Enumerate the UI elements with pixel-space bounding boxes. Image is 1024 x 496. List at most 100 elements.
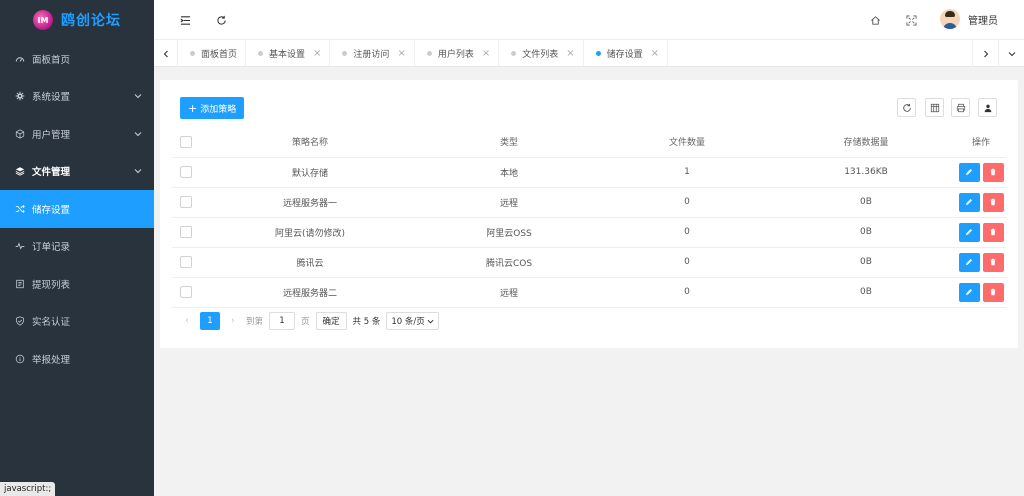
page-size-select[interactable]: 10 条/页 xyxy=(386,312,439,330)
export-button[interactable] xyxy=(978,98,997,117)
column-filter-button[interactable] xyxy=(925,98,944,117)
brand-logo[interactable]: IM 鸥创论坛 xyxy=(0,0,154,40)
fullscreen-icon[interactable] xyxy=(904,13,918,27)
print-button[interactable] xyxy=(951,98,970,117)
cell-type: 远程 xyxy=(420,277,598,308)
row-checkbox[interactable] xyxy=(180,196,192,208)
sidebar-item-label: 文件管理 xyxy=(32,167,71,179)
close-icon[interactable]: × xyxy=(313,48,321,59)
sidebar-item-8[interactable]: 实名认证 xyxy=(0,303,154,341)
goto-confirm-button[interactable]: 确定 xyxy=(315,312,347,330)
delete-button[interactable] xyxy=(982,222,1004,242)
pencil-icon xyxy=(966,169,972,175)
goto-page-input[interactable]: 1 xyxy=(269,312,296,330)
tab-scroll-right-button[interactable] xyxy=(972,40,998,67)
page-1-button[interactable]: 1 xyxy=(200,312,220,330)
col-header-count: 文件数量 xyxy=(598,127,776,158)
cell-count: 0 xyxy=(598,247,776,278)
user-menu[interactable]: 管理员 xyxy=(940,9,998,29)
close-icon[interactable]: × xyxy=(397,48,405,59)
print-icon xyxy=(956,103,965,112)
delete-button[interactable] xyxy=(982,252,1004,272)
sidebar-item-3[interactable]: 用户管理 xyxy=(0,115,154,153)
next-page-button[interactable]: › xyxy=(226,316,240,326)
cell-size: 0B xyxy=(776,187,956,218)
tab-6[interactable]: 储存设置 × xyxy=(584,40,669,66)
close-icon[interactable]: × xyxy=(566,48,574,59)
row-checkbox[interactable] xyxy=(180,256,192,268)
chevron-down-icon xyxy=(134,94,142,99)
collapse-menu-icon[interactable] xyxy=(178,13,192,27)
total-count: 共 5 条 xyxy=(352,317,381,327)
refresh-icon[interactable] xyxy=(214,13,228,27)
cell-size: 0B xyxy=(776,247,956,278)
delete-button[interactable] xyxy=(982,282,1004,302)
sidebar-item-7[interactable]: 提现列表 xyxy=(0,265,154,303)
trash-icon xyxy=(990,288,996,296)
browser-status-bar: javascript:; xyxy=(0,482,56,496)
select-all-checkbox[interactable] xyxy=(180,135,192,148)
sidebar-item-4[interactable]: 文件管理 xyxy=(0,153,154,191)
tab-bar: 面板首页 基本设置 × 注册访问 × 用户列表 × 文件列表 × 储存设置 × xyxy=(154,40,1024,67)
sidebar-item-6[interactable]: 订单记录 xyxy=(0,228,154,266)
edit-button[interactable] xyxy=(958,192,980,212)
cell-count: 0 xyxy=(598,187,776,218)
edit-button[interactable] xyxy=(958,162,980,182)
close-icon[interactable]: × xyxy=(651,48,659,59)
tab-dot xyxy=(426,51,432,56)
tab-5[interactable]: 文件列表 × xyxy=(499,40,584,66)
tab-label: 注册访问 xyxy=(353,50,390,60)
trash-icon xyxy=(990,168,996,176)
col-header-name: 策略名称 xyxy=(200,127,420,158)
row-select-cell xyxy=(172,157,200,188)
tab-2[interactable]: 基本设置 × xyxy=(246,40,331,66)
tab-3[interactable]: 注册访问 × xyxy=(330,40,415,66)
edit-button[interactable] xyxy=(958,252,980,272)
edit-button[interactable] xyxy=(958,282,980,302)
row-select-cell xyxy=(172,187,200,218)
col-header-size: 存储数据量 xyxy=(776,127,956,158)
table-row: 默认存储 本地 1 131.36KB xyxy=(172,157,1006,188)
cell-name: 远程服务器一 xyxy=(200,187,420,218)
export-icon xyxy=(984,104,991,112)
add-strategy-button[interactable]: + 添加策略 xyxy=(180,97,245,119)
row-checkbox[interactable] xyxy=(180,166,192,178)
delete-button[interactable] xyxy=(982,162,1004,182)
row-checkbox[interactable] xyxy=(180,286,192,298)
tab-1[interactable]: 面板首页 xyxy=(178,40,247,66)
prev-page-button[interactable]: ‹ xyxy=(180,316,194,326)
trash-icon xyxy=(990,198,996,206)
cell-size: 0B xyxy=(776,217,956,248)
row-checkbox[interactable] xyxy=(180,226,192,238)
tab-4[interactable]: 用户列表 × xyxy=(415,40,500,66)
home-icon[interactable] xyxy=(868,13,882,27)
pencil-icon xyxy=(966,229,972,235)
sidebar-item-2[interactable]: 系统设置 xyxy=(0,78,154,116)
tab-scroll-left-button[interactable] xyxy=(154,40,178,67)
edit-button[interactable] xyxy=(958,222,980,242)
cell-actions xyxy=(956,277,1006,308)
sidebar-item-label: 用户管理 xyxy=(32,129,71,141)
top-header: 管理员 xyxy=(154,0,1024,40)
sidebar-item-5[interactable]: 储存设置 xyxy=(0,190,154,228)
select-all-cell xyxy=(172,127,200,158)
col-header-actions: 操作 xyxy=(956,127,1006,158)
refresh-icon xyxy=(902,103,911,112)
table-refresh-button[interactable] xyxy=(897,98,916,117)
cell-name: 阿里云(请勿修改) xyxy=(200,217,420,248)
sidebar-item-9[interactable]: 举报处理 xyxy=(0,340,154,378)
tab-dot xyxy=(258,51,264,56)
table-row: 远程服务器一 远程 0 0B xyxy=(172,187,1006,218)
list-icon xyxy=(14,278,26,290)
row-select-cell xyxy=(172,217,200,248)
tab-options-dropdown[interactable] xyxy=(998,40,1024,67)
cell-actions xyxy=(956,157,1006,188)
pencil-icon xyxy=(966,199,972,205)
close-icon[interactable]: × xyxy=(482,48,490,59)
sidebar-item-label: 实名认证 xyxy=(32,317,71,329)
delete-button[interactable] xyxy=(982,192,1004,212)
sidebar-item-1[interactable]: 面板首页 xyxy=(0,40,154,78)
cell-actions xyxy=(956,247,1006,278)
table-row: 腾讯云 腾讯云COS 0 0B xyxy=(172,247,1006,278)
brand-mark-icon: IM xyxy=(33,10,53,30)
